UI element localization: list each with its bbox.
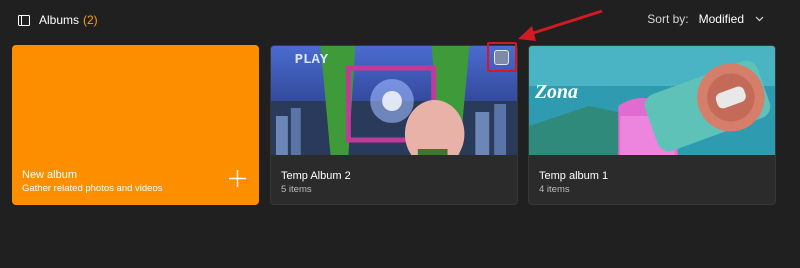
new-album-subtitle: Gather related photos and videos (22, 183, 163, 194)
sort-value: Modified (698, 12, 744, 26)
thumbnail-play-text: PLAY (295, 52, 329, 68)
album-title: Temp Album 2 (281, 170, 351, 182)
chevron-down-icon (755, 16, 764, 22)
album-thumbnail: PLAY (271, 46, 517, 155)
albums-header: Albums (2) (18, 10, 98, 30)
album-card-temp-album-1[interactable]: Zona Temp album 1 4 items (528, 45, 776, 205)
album-item-count: 5 items (281, 184, 312, 195)
albums-icon (18, 14, 30, 26)
album-title: Temp album 1 (539, 170, 609, 182)
album-item-count: 4 items (539, 184, 570, 195)
sort-control: Sort by: Modified (647, 12, 764, 26)
new-album-title: New album (22, 169, 78, 181)
album-card-temp-album-2[interactable]: PLAY Temp Album 2 5 items (270, 45, 518, 205)
plus-icon (229, 170, 246, 187)
new-album-card[interactable]: New album Gather related photos and vide… (12, 45, 259, 205)
album-thumbnail: Zona (529, 46, 775, 155)
sort-dropdown[interactable]: Modified (699, 12, 764, 26)
sort-label: Sort by: (647, 12, 689, 26)
album-count: (2) (83, 13, 98, 27)
album-select-checkbox[interactable] (494, 50, 509, 65)
page-title: Albums (39, 13, 80, 27)
annotation-arrow-icon (518, 9, 603, 41)
thumbnail-zona-text: Zona (534, 81, 578, 103)
